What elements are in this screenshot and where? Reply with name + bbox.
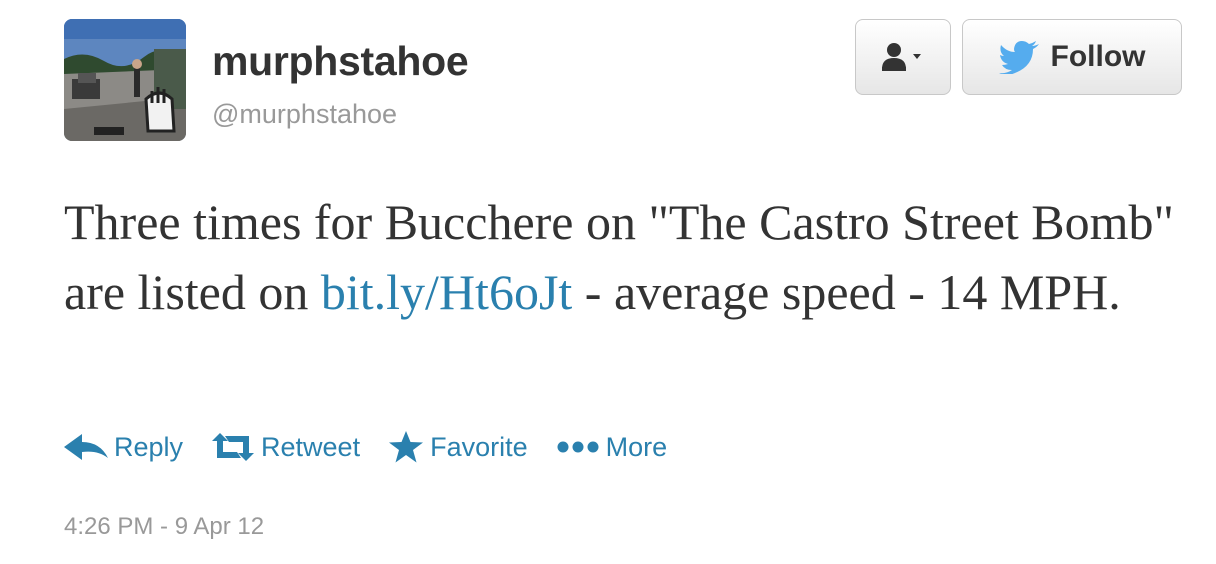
reply-action[interactable]: Reply <box>64 432 183 463</box>
retweet-label: Retweet <box>261 431 361 462</box>
tweet-link[interactable]: bit.ly/Ht6oJt <box>321 264 572 320</box>
retweet-icon <box>212 433 255 461</box>
avatar[interactable] <box>64 19 186 141</box>
timestamp[interactable]: 4:26 PM - 9 Apr 12 <box>64 513 264 541</box>
user-icon <box>882 43 921 71</box>
more-action[interactable]: More <box>556 431 668 463</box>
display-name[interactable]: murphstahoe <box>212 38 469 85</box>
star-icon <box>389 431 424 463</box>
more-dots-icon <box>557 441 599 453</box>
follow-label: Follow <box>1050 40 1146 73</box>
favorite-action[interactable]: Favorite <box>388 430 528 464</box>
tweet-card: murphstahoe @murphstahoe Follow Three ti… <box>0 0 1216 564</box>
reply-label: Reply <box>114 431 184 462</box>
screen-name[interactable]: @murphstahoe <box>212 99 397 130</box>
follow-button[interactable]: Follow <box>962 19 1182 95</box>
retweet-action[interactable]: Retweet <box>211 432 360 463</box>
tweet-actions: Reply Retweet Favorite More <box>64 425 695 469</box>
favorite-label: Favorite <box>430 431 528 462</box>
avatar-photo <box>64 19 186 141</box>
user-dropdown-button[interactable] <box>855 19 951 95</box>
reply-icon <box>64 434 108 460</box>
tweet-text-part: - average speed - 14 MPH. <box>572 264 1121 320</box>
more-label: More <box>605 431 668 462</box>
chevron-down-icon <box>913 54 921 59</box>
twitter-bird-icon <box>998 41 1039 74</box>
tweet-text: Three times for Bucchere on "The Castro … <box>64 187 1184 327</box>
